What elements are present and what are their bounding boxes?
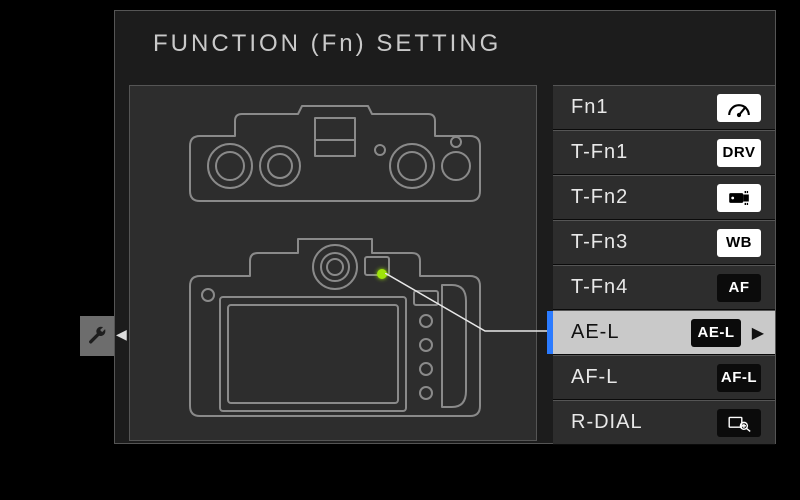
page-title-text: FUNCTION (Fn) SETTING	[153, 30, 501, 58]
zoom-icon	[717, 409, 761, 437]
camera-diagram-area	[129, 85, 537, 441]
fn-assignment-list: Fn1 T-Fn1 DRV T-Fn2 T-Fn3 WB T-Fn4	[553, 85, 775, 445]
af-badge: AF	[717, 274, 761, 302]
fn-row-label: AF-L	[571, 366, 618, 389]
fn-row-label: Fn1	[571, 96, 608, 119]
fn-row-label: R-DIAL	[571, 411, 643, 434]
fn-row-fn1[interactable]: Fn1	[553, 85, 775, 130]
fn-row-label: T-Fn4	[571, 276, 628, 299]
fn-row-tfn1[interactable]: T-Fn1 DRV	[553, 130, 775, 175]
chevron-left-icon: ◀	[116, 326, 127, 343]
fn-row-tfn2[interactable]: T-Fn2	[553, 175, 775, 220]
wrench-icon	[87, 326, 107, 346]
ael-badge: AE-L	[691, 319, 741, 347]
gauge-icon	[717, 94, 761, 122]
chevron-right-icon: ▶	[752, 323, 765, 343]
fn-row-afl[interactable]: AF-L AF-L	[553, 355, 775, 400]
afl-badge: AF-L	[717, 364, 761, 392]
page-title: FUNCTION (Fn) SETTING	[115, 11, 775, 76]
camera-back-outline	[180, 231, 490, 431]
fn-row-label: T-Fn1	[571, 141, 628, 164]
fn-row-label: T-Fn2	[571, 186, 628, 209]
setup-tab[interactable]	[80, 316, 114, 356]
highlight-dot-icon	[377, 269, 387, 279]
wb-badge: WB	[717, 229, 761, 257]
settings-panel: FUNCTION (Fn) SETTING	[114, 10, 776, 444]
fn-row-tfn4[interactable]: T-Fn4 AF	[553, 265, 775, 310]
fn-row-ael[interactable]: AE-L AE-L ▶	[553, 310, 775, 355]
fn-row-label: AE-L	[571, 321, 619, 344]
fn-row-label: T-Fn3	[571, 231, 628, 254]
camera-top-outline	[180, 96, 490, 216]
fn-row-rdial[interactable]: R-DIAL	[553, 400, 775, 445]
fn-row-tfn3[interactable]: T-Fn3 WB	[553, 220, 775, 265]
drv-badge: DRV	[717, 139, 761, 167]
film-icon	[717, 184, 761, 212]
